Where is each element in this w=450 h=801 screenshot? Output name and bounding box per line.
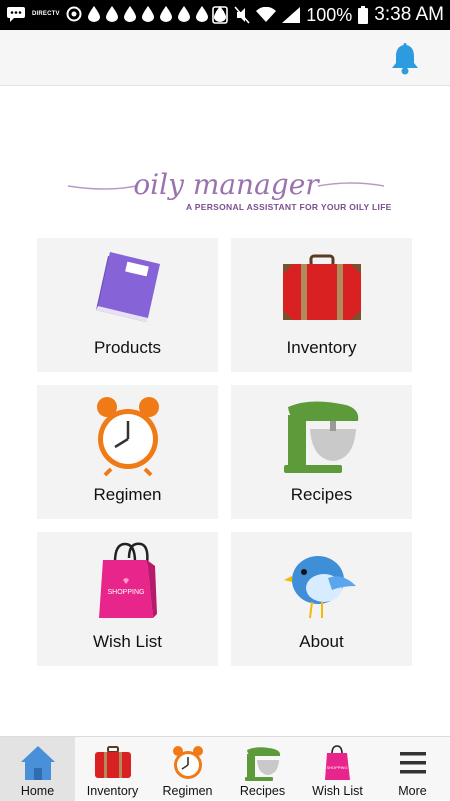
logo-tagline: A PERSONAL ASSISTANT FOR YOUR OILY LIFE <box>186 202 392 212</box>
menu-icon <box>375 743 450 783</box>
home-icon <box>0 743 75 783</box>
battery-icon <box>358 6 369 24</box>
tile-products[interactable]: Products <box>37 238 218 372</box>
drop-icon <box>105 6 118 22</box>
drop-icon <box>177 6 190 22</box>
status-system: 100% 3:38 AM <box>212 4 444 26</box>
stand-mixer-icon <box>231 391 412 479</box>
sync-icon <box>66 6 82 22</box>
tile-recipes[interactable]: Recipes <box>231 385 412 519</box>
app-logo: oily manager A PERSONAL ASSISTANT FOR YO… <box>66 166 391 226</box>
tab-inventory[interactable]: Inventory <box>75 737 150 801</box>
tab-label: Regimen <box>162 784 213 798</box>
shopping-bag-icon: SHOPPING <box>37 538 218 626</box>
bird-icon <box>231 538 412 626</box>
tab-home[interactable]: Home <box>0 737 75 801</box>
logo-script: oily manager <box>67 168 385 201</box>
alarm-clock-icon <box>150 743 225 783</box>
tab-label: Wish List <box>312 784 363 798</box>
tab-label: More <box>398 784 427 798</box>
tile-about[interactable]: About <box>231 532 412 666</box>
drop-icon <box>195 6 208 22</box>
tab-label: Home <box>20 784 55 798</box>
shopping-bag-icon: SHOPPING <box>300 743 375 783</box>
app-bar <box>0 30 450 86</box>
tab-wish-list[interactable]: SHOPPING Wish List <box>300 737 375 801</box>
status-bar: DIRECTV 100% 3:38 AM <box>0 0 450 30</box>
bottom-tab-bar: Home Inventory Regimen Recipes SHOPPING … <box>0 736 450 801</box>
tile-label: Wish List <box>93 632 162 651</box>
home-dashboard: oily manager A PERSONAL ASSISTANT FOR YO… <box>0 86 450 736</box>
status-notifications: DIRECTV <box>6 6 226 22</box>
tile-inventory[interactable]: Inventory <box>231 238 412 372</box>
bell-icon[interactable] <box>390 43 420 75</box>
mute-icon <box>234 6 250 24</box>
battery-percent: 100% <box>306 4 353 25</box>
signal-icon <box>282 7 301 23</box>
suitcase-icon <box>231 244 412 332</box>
tile-label: Recipes <box>290 485 353 504</box>
tile-label: Regimen <box>93 485 162 504</box>
alarm-clock-icon <box>37 391 218 479</box>
suitcase-icon <box>75 743 150 783</box>
nfc-icon <box>212 6 229 24</box>
book-icon <box>37 244 218 332</box>
svg-text:SHOPPING: SHOPPING <box>107 589 144 596</box>
tile-label: About <box>299 632 344 651</box>
drop-icon <box>159 6 172 22</box>
tab-regimen[interactable]: Regimen <box>150 737 225 801</box>
tab-recipes[interactable]: Recipes <box>225 737 300 801</box>
drop-icon <box>141 6 154 22</box>
tile-label: Inventory <box>286 338 357 357</box>
logo-script-text: oily manager <box>133 168 320 201</box>
svg-text:SHOPPING: SHOPPING <box>326 765 347 770</box>
tab-more[interactable]: More <box>375 737 450 801</box>
drop-icon <box>87 6 100 22</box>
tab-label: Recipes <box>239 784 286 798</box>
clock: 3:38 AM <box>374 4 444 25</box>
chat-icon <box>7 7 25 22</box>
drop-icon <box>123 6 136 22</box>
stand-mixer-icon <box>225 743 300 783</box>
tile-regimen[interactable]: Regimen <box>37 385 218 519</box>
wifi-icon <box>256 7 277 22</box>
tile-wish-list[interactable]: SHOPPING Wish List <box>37 532 218 666</box>
tab-label: Inventory <box>86 784 139 798</box>
carrier-logo: DIRECTV <box>32 11 60 17</box>
tile-label: Products <box>93 338 162 357</box>
